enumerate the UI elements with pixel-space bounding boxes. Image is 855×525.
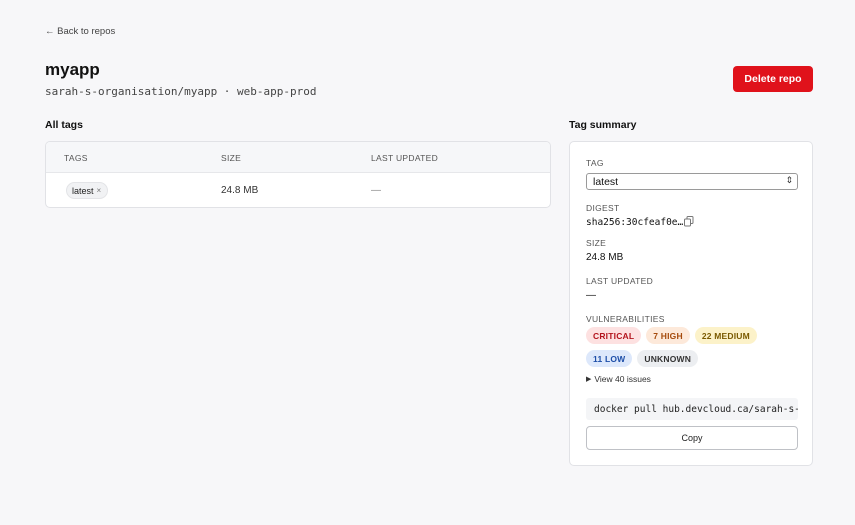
- tag-select[interactable]: latest ⇕: [586, 173, 798, 190]
- repo-path: sarah-s-organisation/myapp · web-app-pro…: [45, 85, 317, 98]
- delete-repo-button[interactable]: Delete repo: [733, 66, 813, 92]
- vulnerability-badges-row-2: 11 LOW UNKNOWN: [586, 350, 699, 367]
- unknown-badge: UNKNOWN: [637, 350, 699, 367]
- tag-size-cell: 24.8 MB: [221, 185, 259, 196]
- tag-label: TAG: [586, 158, 604, 168]
- digest-label: DIGEST: [586, 203, 620, 213]
- tag-chip[interactable]: latest ×: [66, 182, 109, 199]
- tag-select-value: latest: [593, 175, 619, 188]
- vulnerability-badges-row-1: CRITICAL 7 HIGH 22 MEDIUM: [586, 327, 757, 344]
- close-icon[interactable]: ×: [97, 186, 102, 195]
- back-to-repos-link[interactable]: ← Back to repos: [45, 26, 115, 37]
- page-title: myapp: [45, 60, 100, 79]
- last-updated-label: LAST UPDATED: [586, 276, 654, 286]
- tags-table: TAGS SIZE LAST UPDATED latest × 24.8 MB …: [45, 141, 551, 208]
- view-issues-label: View 40 issues: [594, 374, 651, 384]
- size-label: SIZE: [586, 238, 607, 248]
- view-issues-toggle[interactable]: ▶ View 40 issues: [586, 374, 651, 384]
- column-header-tags: TAGS: [64, 153, 88, 163]
- critical-badge: CRITICAL: [586, 327, 642, 344]
- tag-summary-panel: TAG latest ⇕ DIGEST sha256:30cfeaf0e… SI…: [569, 141, 813, 466]
- digest-value: sha256:30cfeaf0e…: [586, 217, 684, 228]
- column-header-size: SIZE: [221, 153, 242, 163]
- table-row[interactable]: latest × 24.8 MB —: [46, 173, 550, 207]
- tags-table-header: TAGS SIZE LAST UPDATED: [46, 142, 550, 173]
- copy-icon[interactable]: [684, 216, 694, 227]
- back-link-label: ← Back to repos: [45, 26, 116, 37]
- tag-chip-label: latest: [72, 185, 94, 196]
- vulnerabilities-label: VULNERABILITIES: [586, 314, 665, 324]
- column-header-last-updated: LAST UPDATED: [371, 153, 439, 163]
- all-tags-heading: All tags: [45, 119, 83, 131]
- high-badge: 7 HIGH: [646, 327, 690, 344]
- size-value: 24.8 MB: [586, 252, 624, 263]
- triangle-right-icon: ▶: [586, 376, 592, 383]
- tag-summary-heading: Tag summary: [569, 119, 637, 131]
- copy-command-button[interactable]: Copy: [586, 426, 798, 450]
- low-badge: 11 LOW: [586, 350, 633, 367]
- pull-command: docker pull hub.devcloud.ca/sarah-s-orga…: [586, 398, 798, 420]
- tag-updated-cell: —: [371, 185, 381, 196]
- last-updated-value: —: [586, 290, 596, 301]
- medium-badge: 22 MEDIUM: [694, 327, 757, 344]
- chevron-updown-icon: ⇕: [785, 175, 793, 185]
